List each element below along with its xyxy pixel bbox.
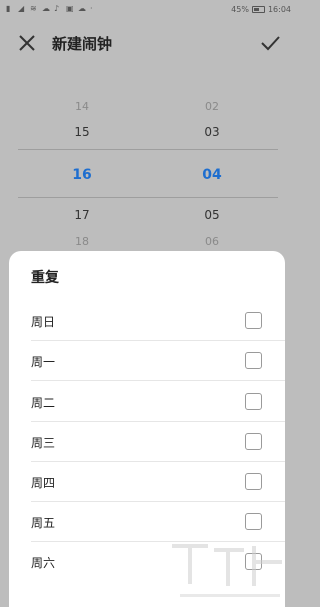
- day-label: 周二: [31, 396, 56, 410]
- day-row-monday[interactable]: 周一: [9, 341, 285, 381]
- day-label: 周六: [31, 556, 56, 570]
- check-icon: [261, 36, 280, 51]
- minute-option[interactable]: 03: [182, 125, 242, 139]
- day-row-thursday[interactable]: 周四: [9, 462, 285, 502]
- status-time: 16:04: [267, 4, 291, 14]
- battery-percent: 45%: [231, 4, 249, 14]
- day-label: 周三: [31, 436, 56, 450]
- close-icon: [19, 35, 35, 51]
- day-checkbox[interactable]: [245, 352, 262, 369]
- more-icon: ·: [90, 4, 93, 13]
- row-divider: [31, 380, 285, 381]
- day-label: 周五: [31, 516, 56, 530]
- hour-option[interactable]: 18: [52, 235, 112, 248]
- day-checkbox[interactable]: [245, 433, 262, 450]
- minute-option[interactable]: 06: [182, 235, 242, 248]
- status-icons: ▮ ◢ ≋ ☁ ♪ ▣ ☁ ·: [6, 5, 99, 13]
- hour-option[interactable]: 14: [52, 100, 112, 113]
- day-label: 周一: [31, 355, 56, 369]
- alarm-screen: ▮ ◢ ≋ ☁ ♪ ▣ ☁ · 45% 16:04 新建闹钟 14 15 16 …: [0, 0, 297, 607]
- hour-option[interactable]: 17: [52, 208, 112, 222]
- day-label: 周日: [31, 315, 56, 329]
- sim-icon: ▮: [6, 4, 11, 13]
- header: 新建闹钟: [0, 26, 297, 60]
- day-row-wednesday[interactable]: 周三: [9, 422, 285, 462]
- confirm-button[interactable]: [259, 32, 281, 54]
- cloud-icon-2: ☁: [78, 4, 86, 13]
- day-checkbox[interactable]: [245, 393, 262, 410]
- watermark-logo: [172, 544, 282, 597]
- day-row-friday[interactable]: 周五: [9, 502, 285, 542]
- picker-divider-top: [18, 149, 278, 150]
- hour-option[interactable]: 15: [52, 125, 112, 139]
- status-bar: ▮ ◢ ≋ ☁ ♪ ▣ ☁ · 45% 16:04: [0, 0, 297, 18]
- minute-option[interactable]: 05: [182, 208, 242, 222]
- selected-hour[interactable]: 16: [52, 167, 112, 183]
- day-checkbox[interactable]: [245, 312, 262, 329]
- selected-minute[interactable]: 04: [182, 167, 242, 183]
- sheet-title: 重复: [31, 270, 59, 286]
- close-button[interactable]: [16, 32, 38, 54]
- tiktok-icon: ♪: [54, 4, 60, 13]
- day-checkbox[interactable]: [245, 473, 262, 490]
- day-row-tuesday[interactable]: 周二: [9, 382, 285, 422]
- picker-divider-bottom: [18, 197, 278, 198]
- wifi-icon: ≋: [30, 4, 37, 13]
- cloud-icon: ☁: [42, 4, 50, 13]
- day-row-sunday[interactable]: 周日: [9, 301, 285, 341]
- time-picker[interactable]: 14 15 16 17 18 02 03 04 05 06: [0, 90, 297, 250]
- day-label: 周四: [31, 476, 56, 490]
- minute-option[interactable]: 02: [182, 100, 242, 113]
- signal-icon: ◢: [18, 4, 25, 13]
- image-icon: ▣: [66, 4, 74, 13]
- page-title: 新建闹钟: [52, 35, 113, 53]
- battery-icon: [251, 5, 265, 13]
- day-checkbox[interactable]: [245, 513, 262, 530]
- status-right: 45% 16:04: [231, 5, 291, 14]
